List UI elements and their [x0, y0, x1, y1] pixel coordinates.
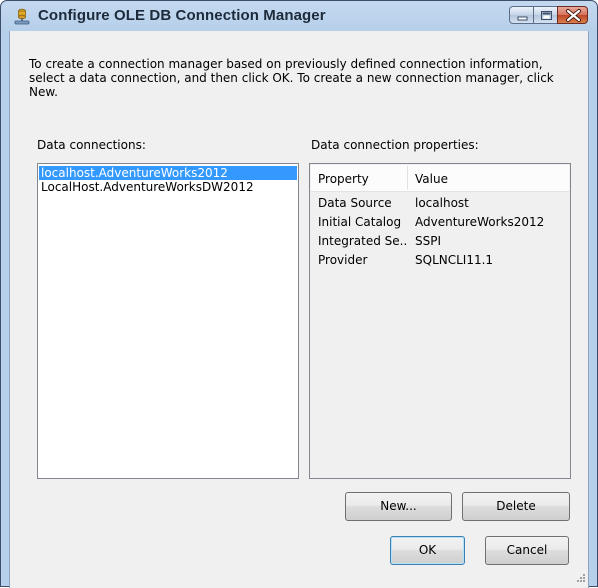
property-value: SSPI [415, 234, 442, 248]
property-row[interactable]: Integrated Se... SSPI [311, 233, 569, 252]
property-value: AdventureWorks2012 [415, 215, 545, 229]
title-bar[interactable]: Configure OLE DB Connection Manager [1, 1, 597, 31]
list-item[interactable]: LocalHost.AdventureWorksDW2012 [39, 180, 297, 194]
properties-grid[interactable]: Property Value Data Source localhost Ini… [309, 163, 571, 479]
data-connection-properties-label: Data connection properties: [311, 138, 479, 152]
ok-button[interactable]: OK [390, 536, 465, 565]
property-name: Initial Catalog [318, 215, 402, 229]
property-name: Data Source [318, 196, 392, 210]
connection-manager-icon [14, 8, 30, 25]
minimize-icon [517, 16, 528, 21]
window-title: Configure OLE DB Connection Manager [38, 7, 326, 24]
maximize-button[interactable] [533, 6, 558, 24]
property-value: localhost [415, 196, 469, 210]
property-row[interactable]: Initial Catalog AdventureWorks2012 [311, 214, 569, 233]
column-header-value[interactable]: Value [415, 172, 448, 186]
list-item[interactable]: localhost.AdventureWorks2012 [39, 166, 297, 180]
column-divider[interactable] [407, 166, 408, 190]
window-controls [509, 6, 588, 25]
resize-grip-icon[interactable] [576, 573, 586, 583]
close-icon [566, 9, 581, 22]
property-row[interactable]: Provider SQLNCLI11.1 [311, 252, 569, 271]
property-value: SQLNCLI11.1 [415, 253, 494, 267]
instructions-text: To create a connection manager based on … [29, 57, 554, 99]
new-button[interactable]: New... [345, 492, 452, 521]
cancel-button[interactable]: Cancel [485, 536, 569, 565]
property-name: Provider [318, 253, 368, 267]
property-row[interactable]: Data Source localhost [311, 195, 569, 214]
maximize-icon [541, 11, 552, 20]
properties-header: Property Value [311, 165, 569, 192]
minimize-button[interactable] [509, 6, 534, 24]
property-name: Integrated Se... [318, 234, 408, 248]
close-button[interactable] [557, 6, 588, 24]
delete-button[interactable]: Delete [462, 492, 570, 521]
data-connections-list[interactable]: localhost.AdventureWorks2012 LocalHost.A… [37, 163, 299, 479]
column-header-property[interactable]: Property [318, 172, 369, 186]
data-connections-label: Data connections: [37, 138, 146, 152]
